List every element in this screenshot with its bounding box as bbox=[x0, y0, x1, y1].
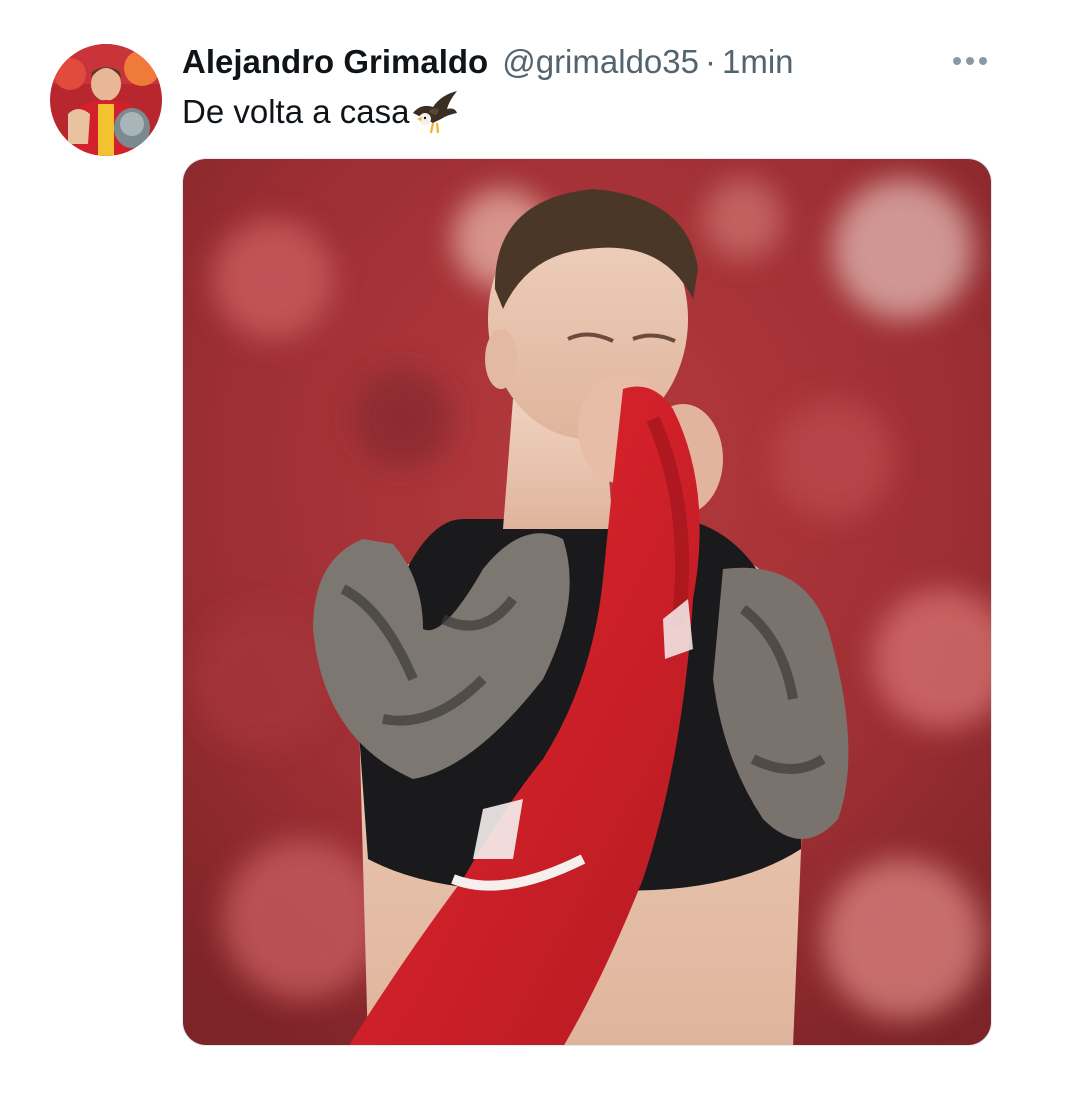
tweet-photo[interactable] bbox=[182, 158, 992, 1046]
display-name[interactable]: Alejandro Grimaldo bbox=[182, 38, 488, 86]
more-horizontal-icon bbox=[953, 57, 961, 65]
user-handle[interactable]: @grimaldo35 bbox=[502, 38, 699, 86]
more-options-button[interactable] bbox=[946, 44, 994, 78]
tweet-header: Alejandro Grimaldo @grimaldo35 · 1min bbox=[182, 38, 794, 86]
avatar[interactable] bbox=[50, 44, 162, 156]
eagle-icon bbox=[411, 89, 459, 135]
more-dot bbox=[966, 57, 974, 65]
avatar-image bbox=[50, 44, 162, 156]
tweet-text: De volta a casa bbox=[182, 88, 459, 136]
more-dot bbox=[979, 57, 987, 65]
timestamp[interactable]: 1min bbox=[722, 38, 794, 86]
tweet-text-content: De volta a casa bbox=[182, 93, 410, 130]
separator-dot: · bbox=[704, 43, 716, 80]
player-kissing-shirt-photo bbox=[183, 159, 991, 1045]
tweet-card[interactable]: Alejandro Grimaldo @grimaldo35 · 1min De… bbox=[0, 0, 1071, 1100]
